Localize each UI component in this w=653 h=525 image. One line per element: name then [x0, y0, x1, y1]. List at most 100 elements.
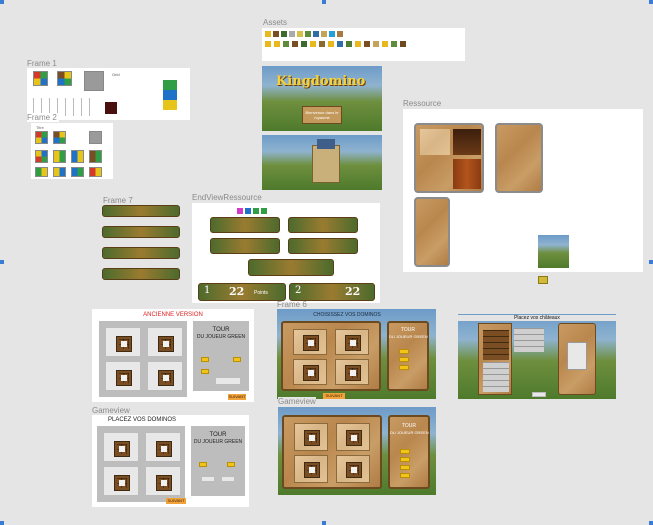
- selection-handle-bl[interactable]: [0, 521, 4, 525]
- mini-domino: [400, 473, 410, 478]
- mini-slab: [201, 476, 215, 482]
- wood-sample-light: [420, 129, 450, 155]
- frame-old-version[interactable]: ANCIENNE VERSION TOUR DU JOUEUR GREEN SU…: [92, 309, 254, 402]
- slab: [145, 466, 181, 496]
- turn-wood-panel: TOUR DU JOUEUR GREEN: [388, 415, 430, 489]
- frame-label-ressource[interactable]: Ressource: [403, 99, 441, 108]
- frame6-turn-line2: DU JOUEUR GREEN: [389, 334, 428, 339]
- castle-grid-bottom: [483, 362, 509, 392]
- slot: [293, 329, 327, 355]
- old-suivant-button[interactable]: SUIVANT: [228, 394, 246, 400]
- end-domino-4: [288, 238, 358, 254]
- frame2-thumb: [53, 150, 66, 163]
- old-version-title: ANCIENNE VERSION: [143, 312, 203, 318]
- placement-suivant-button[interactable]: SUIVANT: [166, 498, 186, 504]
- domino-bar-3[interactable]: [102, 247, 180, 259]
- selection-handle-left[interactable]: [0, 260, 4, 264]
- mini-domino: [400, 457, 410, 462]
- score-rank-1: 1: [204, 285, 211, 296]
- board-wood-panel: [282, 415, 382, 489]
- welcome-text-2: royaume: [314, 115, 330, 120]
- castle-roof-icon: [317, 139, 335, 149]
- mini-domino: [400, 465, 410, 470]
- mini-domino: [201, 357, 209, 362]
- castle-side-panel: [558, 323, 596, 395]
- frame-label-gameview-2[interactable]: Gameview: [278, 397, 316, 406]
- place-castles-title: Placez vos châteaux: [458, 315, 616, 321]
- game-logo: Kingdomino: [276, 74, 366, 89]
- frame-2[interactable]: Titre: [31, 123, 113, 179]
- resource-scene-thumb: [538, 235, 569, 268]
- frame2-thumb: [71, 167, 84, 177]
- frame-place-castles[interactable]: Placez vos châteaux: [458, 314, 616, 399]
- assets-row-1: [265, 31, 343, 37]
- score-points-1: 22: [229, 285, 245, 298]
- slab: [147, 361, 183, 391]
- frame-gameview-placement[interactable]: PLACEZ VOS DOMINOS TOUR DU JOUEUR GREEN …: [92, 415, 249, 507]
- slot: [335, 359, 369, 385]
- frame2-thumb: [35, 150, 48, 163]
- placement-turn-line2: DU JOUEUR GREEN: [193, 439, 243, 445]
- frame-label-frame7[interactable]: Frame 7: [103, 196, 133, 205]
- frame6-turn-line1: TOUR: [400, 327, 416, 333]
- castle-icon: [312, 145, 340, 183]
- frame-label-endview[interactable]: EndViewRessource: [192, 193, 262, 202]
- frame-label-frame2[interactable]: Frame 2: [27, 113, 59, 122]
- frame2-thumb: [35, 131, 48, 144]
- domino-bar-4[interactable]: [102, 268, 180, 280]
- score-points-label: Points: [254, 290, 268, 296]
- end-score-bar-1: 1 22 Points: [198, 283, 286, 301]
- frame-label-gameview[interactable]: Gameview: [92, 406, 130, 415]
- frame-label-frame6[interactable]: Frame 6: [277, 300, 307, 309]
- frame1-domino-stack: [163, 80, 177, 110]
- wood-sample-dark: [453, 129, 481, 155]
- selection-handle-br[interactable]: [649, 521, 653, 525]
- frame2-thumb: [71, 150, 84, 163]
- frame2-thumb: [89, 150, 102, 163]
- selection-handle-top[interactable]: [322, 0, 326, 4]
- slab: [147, 327, 183, 357]
- mini-slab: [215, 377, 241, 385]
- gv-turn-line2: DU JOUEUR GREEN: [390, 430, 429, 435]
- slot: [336, 455, 370, 483]
- slab: [105, 361, 141, 391]
- place-dominos-title: PLACEZ VOS DOMINOS: [107, 417, 176, 423]
- selection-handle-right[interactable]: [649, 260, 653, 264]
- castle-grid-top: [483, 330, 509, 360]
- slab: [145, 432, 181, 462]
- grid-thumb-3: [84, 71, 104, 91]
- selection-handle-tr[interactable]: [649, 0, 653, 4]
- welcome-scroll: Bienvenue dans le royaume: [302, 106, 342, 124]
- castle-mini-button[interactable]: [532, 392, 546, 397]
- frame-ressource[interactable]: [403, 109, 643, 272]
- frame6-suivant-button[interactable]: SUIVANT: [323, 393, 345, 399]
- frame-endview[interactable]: 1 22 Points 2 22: [192, 203, 380, 303]
- old-board-panel: [99, 321, 187, 397]
- mini-domino: [199, 462, 207, 467]
- title-screen-image[interactable]: Kingdomino Bienvenue dans le royaume: [262, 66, 382, 131]
- frame-assets[interactable]: [262, 28, 465, 61]
- selection-handle-bottom[interactable]: [322, 521, 326, 525]
- selection-handle-tl[interactable]: [0, 0, 4, 4]
- mini-domino: [399, 365, 409, 370]
- domino-bar-2[interactable]: [102, 226, 180, 238]
- mini-domino: [227, 462, 235, 467]
- castle-screen-image[interactable]: [262, 135, 382, 190]
- board-wood-panel: [281, 321, 381, 391]
- frame-label-frame1[interactable]: Frame 1: [27, 59, 57, 68]
- old-turn-line1: TOUR: [212, 327, 230, 333]
- slab: [103, 432, 139, 462]
- wood-panel-tall: [495, 123, 543, 193]
- frame2-title: Titre: [36, 125, 44, 130]
- frame-label-assets[interactable]: Assets: [263, 18, 287, 27]
- frame-gameview-wood[interactable]: TOUR DU JOUEUR GREEN: [278, 407, 436, 495]
- wood-sample-red: [453, 159, 481, 189]
- frame-6[interactable]: CHOISISSEZ VOS DOMINOS TOUR DU JOUEUR GR…: [277, 309, 436, 399]
- small-asset-icon[interactable]: [538, 276, 548, 284]
- frame2-thumb: [89, 131, 102, 144]
- slot: [335, 329, 369, 355]
- placement-board-panel: [97, 426, 185, 502]
- frame2-thumb: [53, 131, 66, 144]
- domino-bar-1[interactable]: [102, 205, 180, 217]
- end-domino-5: [248, 259, 334, 276]
